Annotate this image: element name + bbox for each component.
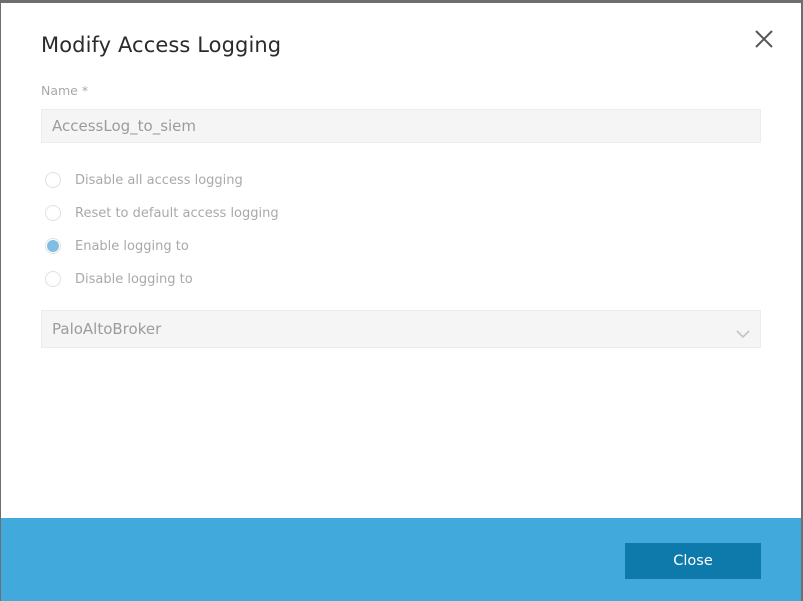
radio-option-disable-logging-to[interactable]: Disable logging to bbox=[45, 269, 193, 289]
radio-button-reset-default[interactable] bbox=[45, 205, 61, 221]
logging-target-value: PaloAltoBroker bbox=[52, 320, 162, 338]
radio-button-enable-logging-to[interactable] bbox=[45, 238, 61, 254]
close-button[interactable]: Close bbox=[625, 543, 761, 579]
radio-option-disable-all[interactable]: Disable all access logging bbox=[45, 170, 243, 190]
radio-label-disable-logging-to: Disable logging to bbox=[75, 271, 193, 287]
modify-access-logging-dialog: Modify Access Logging Name * Disable all… bbox=[1, 3, 801, 601]
close-icon[interactable] bbox=[753, 28, 775, 50]
logging-target-select[interactable]: PaloAltoBroker bbox=[41, 310, 761, 348]
radio-option-reset-default[interactable]: Reset to default access logging bbox=[45, 203, 279, 223]
radio-option-enable-logging-to[interactable]: Enable logging to bbox=[45, 236, 189, 256]
name-field-label: Name * bbox=[41, 83, 89, 98]
radio-button-disable-logging-to[interactable] bbox=[45, 271, 61, 287]
dialog-footer: Close bbox=[1, 518, 801, 601]
radio-label-reset-default: Reset to default access logging bbox=[75, 205, 279, 221]
radio-label-disable-all: Disable all access logging bbox=[75, 172, 243, 188]
radio-label-enable-logging-to: Enable logging to bbox=[75, 238, 189, 254]
chevron-down-icon bbox=[736, 324, 750, 339]
dialog-title: Modify Access Logging bbox=[41, 33, 282, 57]
radio-button-disable-all[interactable] bbox=[45, 172, 61, 188]
name-input[interactable] bbox=[41, 109, 761, 143]
